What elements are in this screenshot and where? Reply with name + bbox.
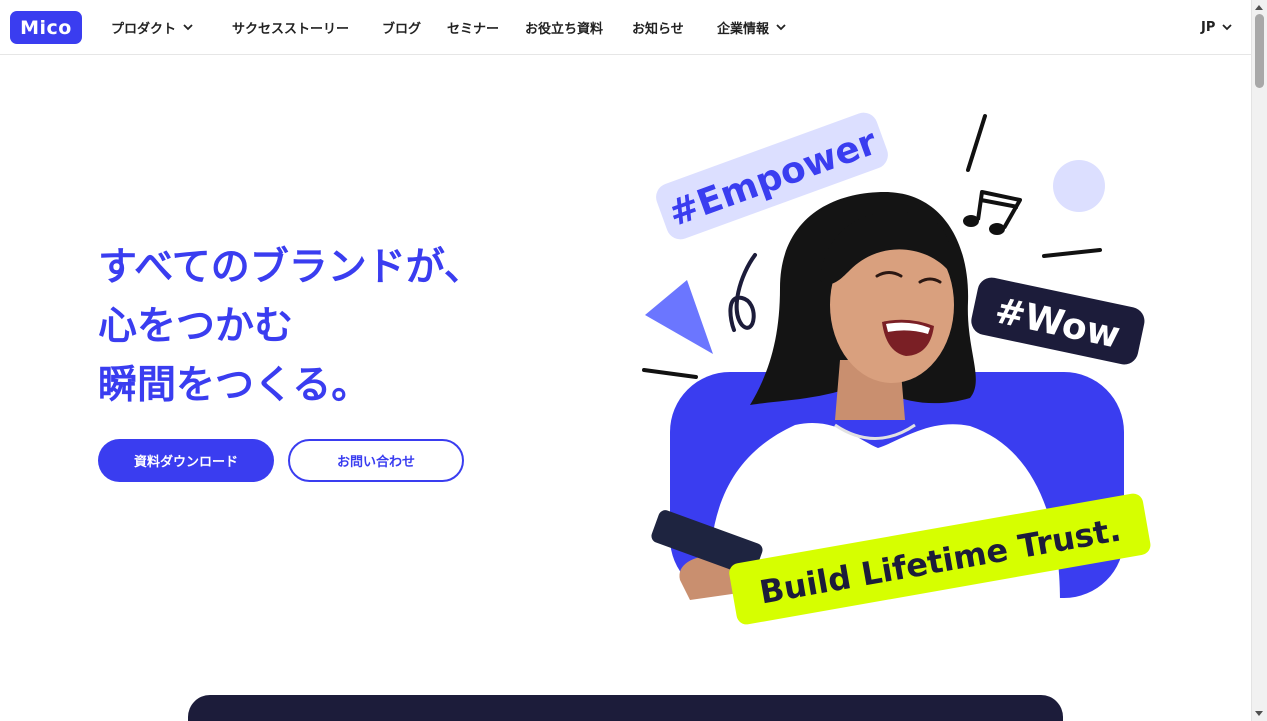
- logo[interactable]: Mico: [10, 11, 82, 44]
- chevron-down-icon: [1221, 21, 1233, 33]
- download-materials-button[interactable]: 資料ダウンロード: [98, 439, 274, 482]
- dark-section-panel: [188, 695, 1063, 721]
- language-label: JP: [1201, 19, 1216, 35]
- nav-products-label: プロダクト: [111, 21, 177, 37]
- nav-news-label: お知らせ: [632, 21, 684, 37]
- nav-news[interactable]: お知らせ: [632, 0, 684, 54]
- scroll-thumb[interactable]: [1255, 14, 1264, 88]
- nav-resources-label: お役立ち資料: [525, 21, 604, 37]
- decor-circle: [1053, 160, 1105, 212]
- scroll-down-arrow-icon[interactable]: [1255, 711, 1263, 716]
- language-selector[interactable]: JP: [1201, 0, 1233, 54]
- nav-blog-label: ブログ: [382, 21, 422, 37]
- headline-line-3: 瞬間をつくる。: [98, 363, 371, 408]
- scrollbar[interactable]: [1251, 0, 1267, 721]
- nav-company[interactable]: 企業情報: [717, 0, 787, 54]
- nav-success-stories-label: サクセスストーリー: [232, 21, 350, 37]
- nav-success-stories[interactable]: サクセスストーリー: [232, 0, 349, 54]
- hero-illustration: #Empower #Wow Build Lifetime Trust.: [642, 112, 1151, 625]
- nav-resources[interactable]: お役立ち資料: [525, 0, 603, 54]
- music-note-icon: [963, 190, 1022, 235]
- decor-line: [966, 114, 987, 172]
- decor-squiggle: [728, 253, 757, 332]
- decor-line: [1042, 248, 1102, 258]
- headline-line-1: すべてのブランドが、: [98, 245, 483, 290]
- wow-tag: #Wow: [971, 277, 1145, 365]
- decor-line: [642, 368, 698, 379]
- page: Mico プロダクト サクセスストーリー ブログ セミナー お役立ち資料 お知ら…: [0, 0, 1267, 721]
- headline-line-2: 心をつかむ: [98, 304, 294, 349]
- site-header: Mico プロダクト サクセスストーリー ブログ セミナー お役立ち資料 お知ら…: [0, 0, 1252, 55]
- contact-button[interactable]: お問い合わせ: [288, 439, 464, 482]
- chevron-down-icon: [182, 21, 194, 33]
- nav-seminar-label: セミナー: [447, 21, 500, 37]
- nav-company-label: 企業情報: [717, 21, 770, 37]
- nav-blog[interactable]: ブログ: [382, 0, 421, 54]
- nav-seminar[interactable]: セミナー: [447, 0, 499, 54]
- hero-headline: すべてのブランドが、 心をつかむ 瞬間をつくる。: [98, 238, 483, 415]
- decor-triangle: [645, 280, 713, 354]
- nav-products[interactable]: プロダクト: [111, 0, 194, 54]
- scroll-up-arrow-icon[interactable]: [1255, 5, 1263, 10]
- chevron-down-icon: [775, 21, 787, 33]
